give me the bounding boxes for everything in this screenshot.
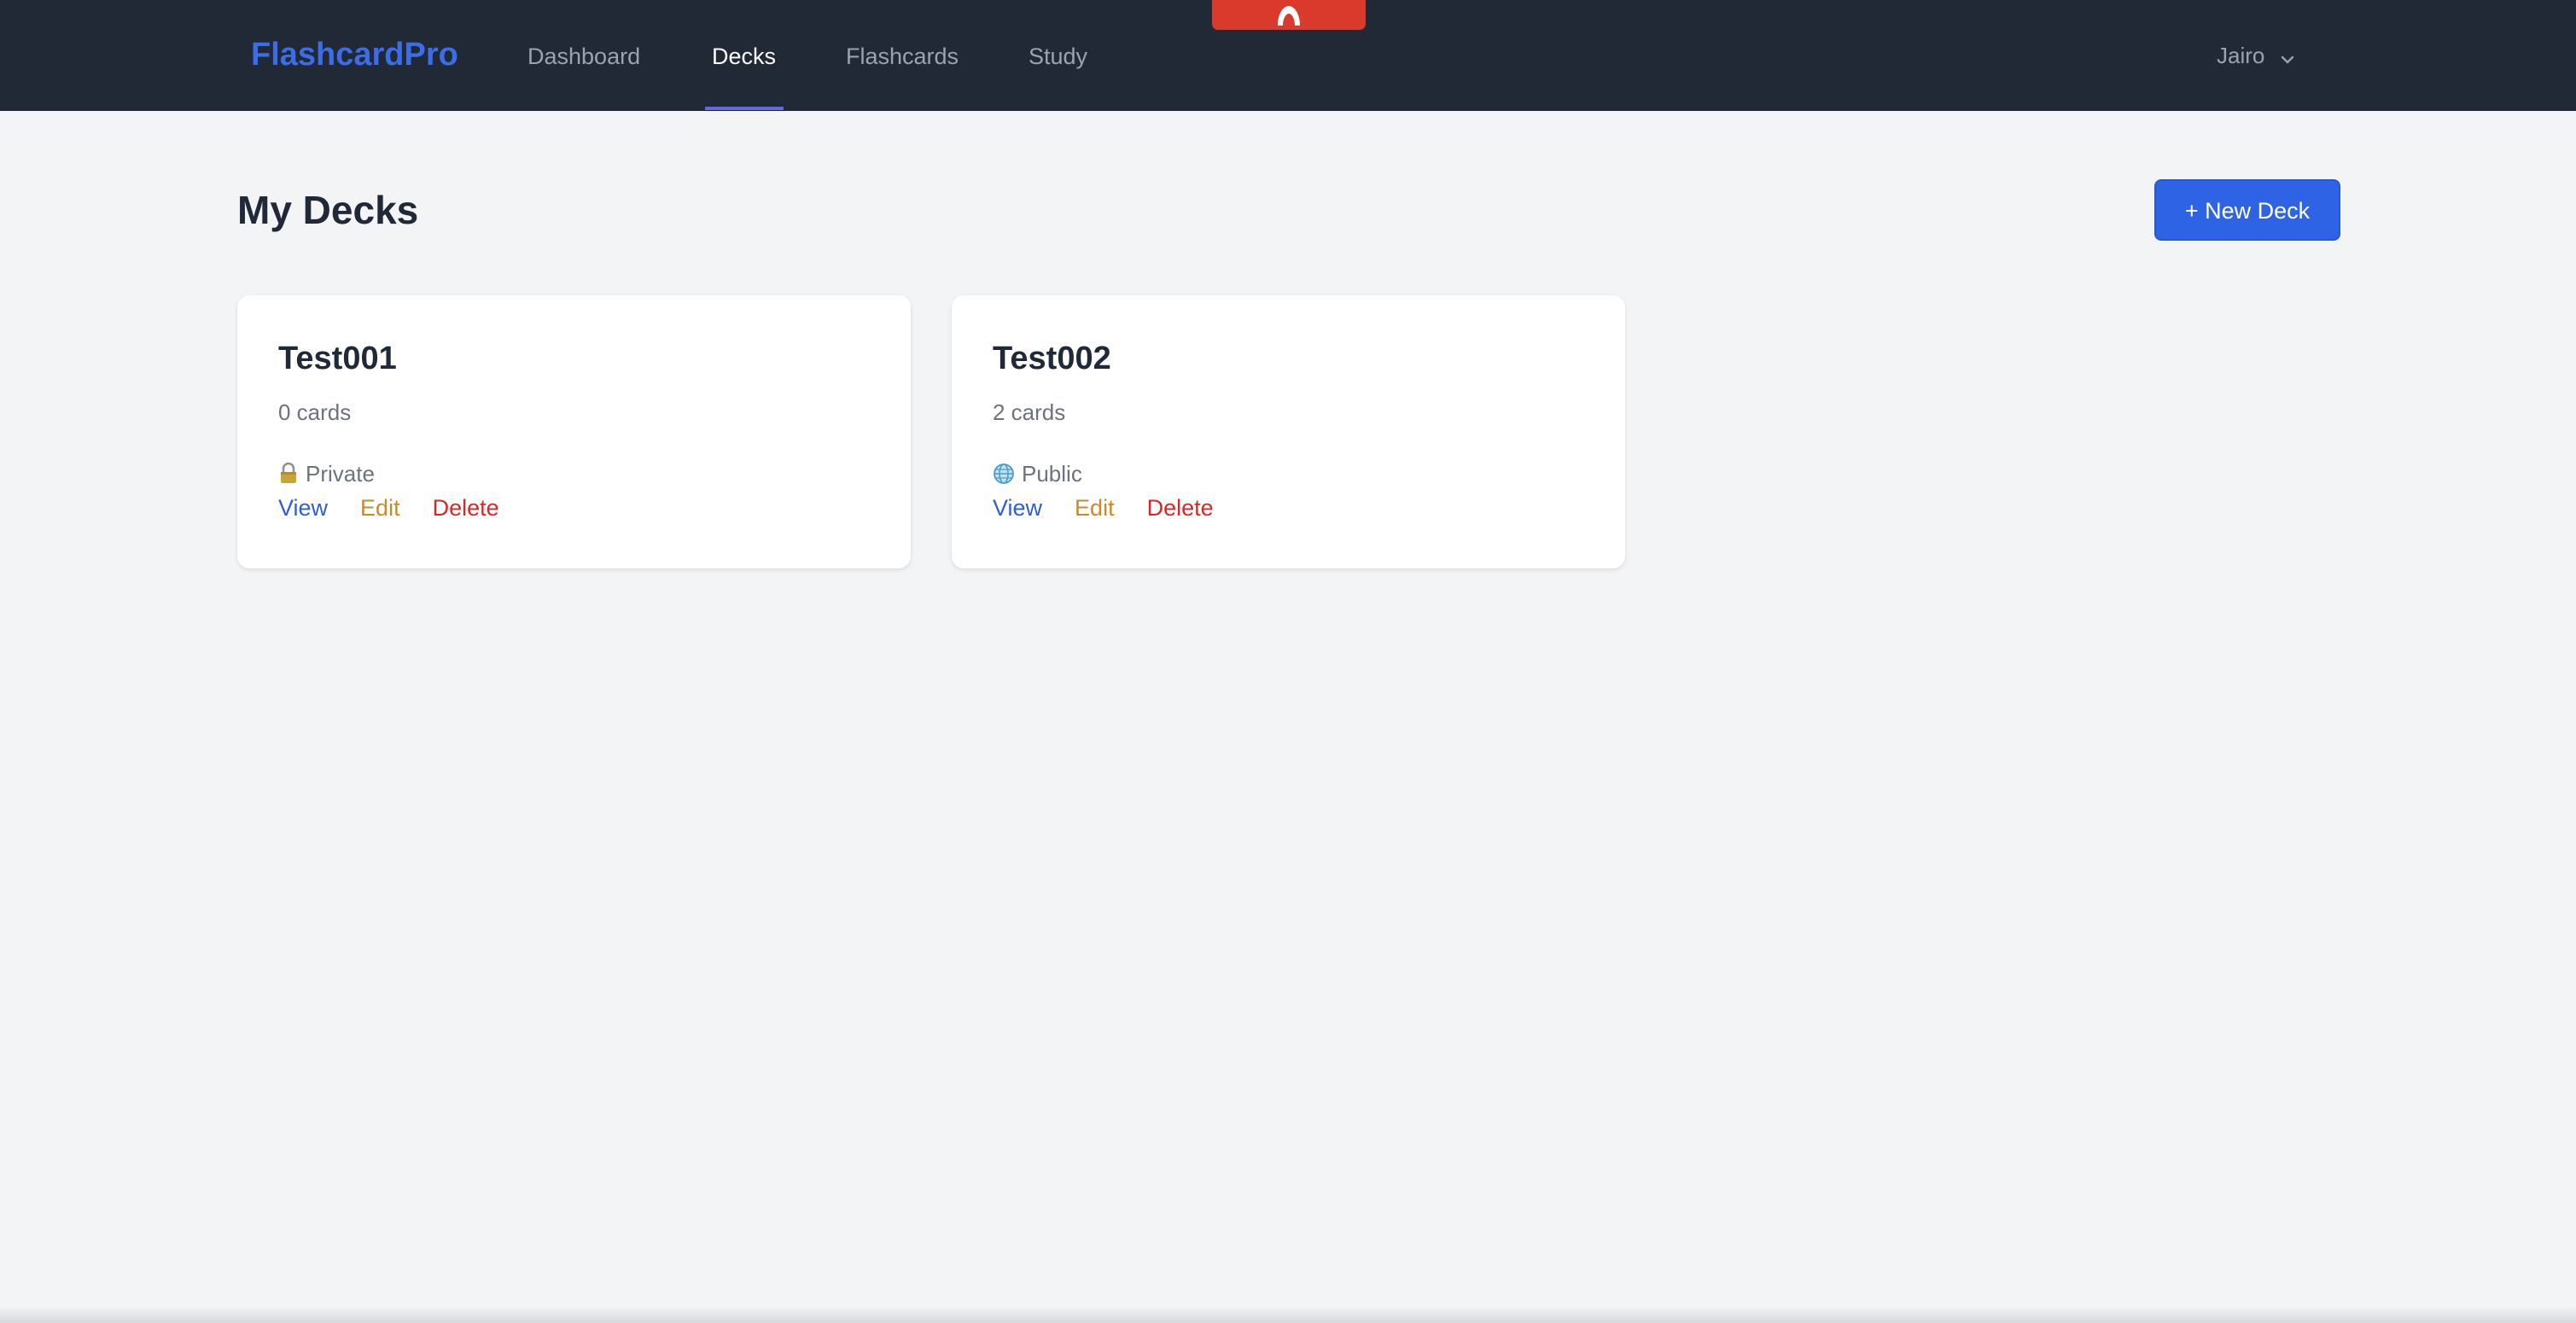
- user-menu[interactable]: Jairo: [2217, 0, 2295, 111]
- top-navbar: FlashcardPro Dashboard Decks Flashcards …: [0, 0, 2576, 111]
- nav-item-study[interactable]: Study: [1029, 0, 1087, 111]
- deck-visibility: Private: [278, 459, 375, 488]
- app-tab-icon: [1278, 6, 1300, 26]
- bottom-shadow: [0, 1306, 2576, 1323]
- view-link[interactable]: View: [278, 493, 328, 522]
- new-deck-button[interactable]: + New Deck: [2154, 179, 2340, 241]
- brand-logo[interactable]: FlashcardPro: [251, 31, 458, 79]
- user-name: Jairo: [2217, 43, 2265, 68]
- delete-link[interactable]: Delete: [1147, 493, 1214, 522]
- deck-card-count: 0 cards: [278, 399, 352, 425]
- deck-name: Test001: [278, 341, 397, 376]
- deck-card-count: 2 cards: [993, 399, 1066, 425]
- active-nav-indicator: [705, 107, 784, 110]
- nav-item-dashboard[interactable]: Dashboard: [527, 0, 640, 111]
- chevron-down-icon: [2280, 2, 2295, 113]
- view-link[interactable]: View: [993, 493, 1042, 522]
- deck-visibility: Public: [993, 459, 1082, 488]
- page-title: My Decks: [237, 188, 419, 232]
- nav-item-decks[interactable]: Decks: [712, 0, 776, 111]
- lock-icon: [278, 463, 299, 485]
- edit-link[interactable]: Edit: [1075, 493, 1115, 522]
- delete-link[interactable]: Delete: [433, 493, 499, 522]
- visibility-label: Private: [306, 461, 375, 487]
- edit-link[interactable]: Edit: [360, 493, 400, 522]
- deck-actions: View Edit Delete: [993, 493, 1214, 522]
- nav-item-flashcards[interactable]: Flashcards: [846, 0, 959, 111]
- center-tab[interactable]: [1212, 0, 1366, 30]
- deck-name: Test002: [993, 341, 1111, 376]
- deck-card: Test002 2 cards Public View Edit Delete: [952, 295, 1625, 568]
- deck-card: Test001 0 cards Private View Edit Delete: [237, 295, 911, 568]
- deck-actions: View Edit Delete: [278, 493, 499, 522]
- globe-icon: [993, 463, 1015, 485]
- visibility-label: Public: [1022, 461, 1082, 487]
